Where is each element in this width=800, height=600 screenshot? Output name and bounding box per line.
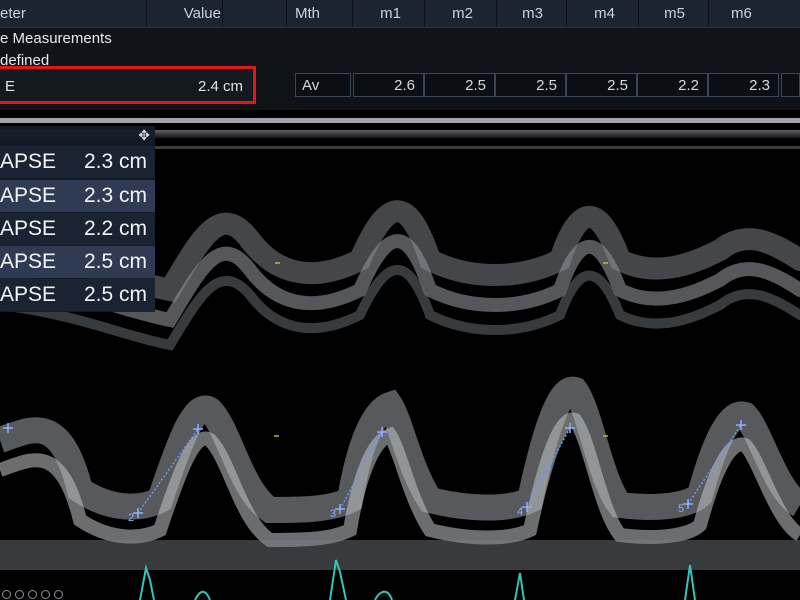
result-value: 2.3 cm: [83, 184, 147, 207]
image-toolbar: [0, 588, 80, 600]
header-m5: m5: [638, 0, 709, 27]
results-panel[interactable]: ✥ APSE 2.3 cm APSE 2.3 cm APSE 2.2 cm AP…: [0, 126, 155, 312]
measurement-table: eter Value Mth m1 m2 m3 m4 m5 m6 e Measu…: [0, 0, 800, 110]
result-name: APSE: [0, 283, 57, 306]
header-m2: m2: [424, 0, 497, 27]
reading-m5[interactable]: 2.2: [637, 73, 708, 97]
result-row[interactable]: APSE 2.2 cm: [0, 213, 155, 245]
reading-m3[interactable]: 2.5: [495, 73, 566, 97]
header-value-label: Value: [183, 5, 221, 22]
result-value: 2.5 cm: [83, 250, 147, 273]
results-titlebar[interactable]: ✥: [0, 126, 155, 146]
caliper-marker[interactable]: 3: [330, 508, 336, 520]
reading-m4[interactable]: 2.5: [566, 73, 637, 97]
result-row[interactable]: APSE 2.5 cm: [0, 246, 155, 278]
reading-m2[interactable]: 2.5: [424, 73, 495, 97]
result-name: APSE: [0, 150, 57, 173]
result-name: APSE: [0, 217, 57, 240]
search-icon[interactable]: [28, 590, 37, 599]
selected-measurement-value: 2.4 cm: [197, 78, 243, 95]
measurements-line[interactable]: e Measurements: [0, 30, 112, 47]
header-value: Value: [146, 0, 221, 27]
result-name: APSE: [0, 250, 57, 273]
header-blank: [222, 0, 287, 27]
header-m5-label: m5: [664, 5, 685, 22]
result-row[interactable]: APSE 2.5 cm: [0, 279, 155, 311]
caliper-marker[interactable]: 2: [128, 512, 134, 524]
method-cell[interactable]: Av: [295, 73, 351, 97]
header-m6: m6: [708, 0, 800, 27]
header-m1-label: m1: [380, 5, 401, 22]
table-header: eter Value Mth m1 m2 m3 m4 m5 m6: [0, 0, 800, 28]
zoom-icon[interactable]: [2, 590, 11, 599]
caliper-marker[interactable]: 4: [517, 506, 523, 518]
move-icon[interactable]: ✥: [138, 127, 150, 144]
reading-m6[interactable]: 2.3: [708, 73, 779, 97]
fit-icon[interactable]: [41, 590, 50, 599]
header-parameter: eter: [0, 5, 26, 22]
result-row[interactable]: APSE 2.3 cm: [0, 180, 155, 212]
header-m6-label: m6: [731, 5, 752, 22]
header-m1: m1: [352, 0, 425, 27]
tools-icon[interactable]: [54, 590, 63, 599]
result-value: 2.3 cm: [83, 150, 147, 173]
result-row[interactable]: APSE 2.3 cm: [0, 146, 155, 178]
result-name: APSE: [0, 184, 57, 207]
header-m4-label: m4: [594, 5, 615, 22]
caliper-marker[interactable]: 5: [678, 503, 684, 515]
selected-measurement-row[interactable]: E 2.4 cm: [0, 66, 256, 104]
selected-measurement-name: E: [5, 78, 16, 95]
header-m2-label: m2: [452, 5, 473, 22]
header-m4: m4: [566, 0, 639, 27]
header-m3-label: m3: [522, 5, 543, 22]
result-value: 2.5 cm: [83, 283, 147, 306]
zoom-out-icon[interactable]: [15, 590, 24, 599]
header-m3: m3: [496, 0, 567, 27]
result-value: 2.2 cm: [83, 217, 147, 240]
reading-overflow: [781, 73, 800, 97]
reading-m1[interactable]: 2.6: [353, 73, 424, 97]
header-method: Mth: [286, 0, 359, 27]
